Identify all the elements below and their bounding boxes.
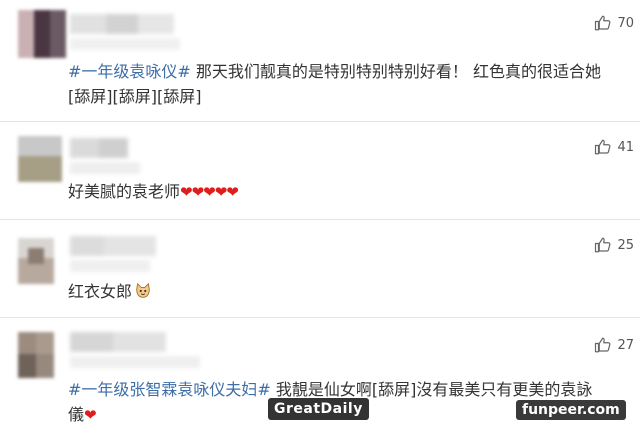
thumbs-up-icon	[595, 139, 611, 155]
comment-item: 25 红衣女郎	[0, 220, 640, 318]
comment-text: #一年级袁咏仪# 那天我们靓真的是特别特别特别好看！ 红色真的很适合她	[68, 58, 601, 85]
topic-link[interactable]: #一年级张智霖袁咏仪夫妇#	[68, 380, 271, 399]
username-blurred-secondary	[70, 38, 180, 50]
like-button[interactable]: 70	[594, 14, 634, 32]
avatar[interactable]	[18, 238, 54, 284]
watermark-funpeer: funpeer.com	[516, 400, 626, 420]
comment-text: 好美腻的袁老师❤❤❤❤❤	[68, 178, 239, 206]
username-blurred[interactable]	[70, 332, 166, 352]
like-count: 27	[617, 337, 634, 353]
comment-text-body: 我靚是仙女啊[舔屏]沒有最美只有更美的袁詠	[270, 380, 593, 399]
comment-text-body: 儀	[68, 405, 85, 424]
username-blurred[interactable]	[70, 236, 156, 256]
avatar[interactable]	[18, 10, 66, 58]
username-blurred-secondary	[70, 356, 200, 368]
comment-text-body: 那天我们靓真的是特别特别特别好看！ 红色真的很适合她	[190, 62, 602, 81]
username-blurred[interactable]	[70, 14, 174, 34]
thumbs-up-icon	[595, 337, 611, 353]
comment-item: 70 #一年级袁咏仪# 那天我们靓真的是特别特别特别好看！ 红色真的很适合她 […	[0, 0, 640, 130]
comment-item: 41 好美腻的袁老师❤❤❤❤❤	[0, 122, 640, 220]
username-blurred-secondary	[70, 162, 140, 174]
heart-emoji: ❤❤❤❤❤	[180, 183, 239, 201]
like-button[interactable]: 25	[594, 236, 634, 254]
comment-text-line2: 儀❤	[68, 401, 97, 429]
like-count: 25	[617, 237, 634, 253]
avatar[interactable]	[18, 332, 54, 378]
topic-link[interactable]: #一年级袁咏仪#	[68, 62, 191, 81]
watermark-greatdaily: GreatDaily	[268, 398, 369, 420]
like-count: 41	[617, 139, 634, 155]
comment-text-body: 红衣女郎	[68, 282, 133, 301]
like-count: 70	[617, 15, 634, 31]
cat-emoji-icon	[136, 282, 150, 298]
thumbs-up-icon	[595, 15, 611, 31]
thumbs-up-icon	[595, 237, 611, 253]
heart-emoji: ❤	[84, 406, 97, 424]
avatar[interactable]	[18, 136, 62, 182]
comment-text-body: 好美腻的袁老师	[68, 182, 181, 201]
username-blurred[interactable]	[70, 138, 128, 158]
comment-text: 红衣女郎	[68, 278, 152, 305]
like-button[interactable]: 27	[594, 336, 634, 354]
comment-text-line2: [舔屏][舔屏][舔屏]	[68, 87, 202, 106]
like-button[interactable]: 41	[594, 138, 634, 156]
username-blurred-secondary	[70, 260, 150, 272]
